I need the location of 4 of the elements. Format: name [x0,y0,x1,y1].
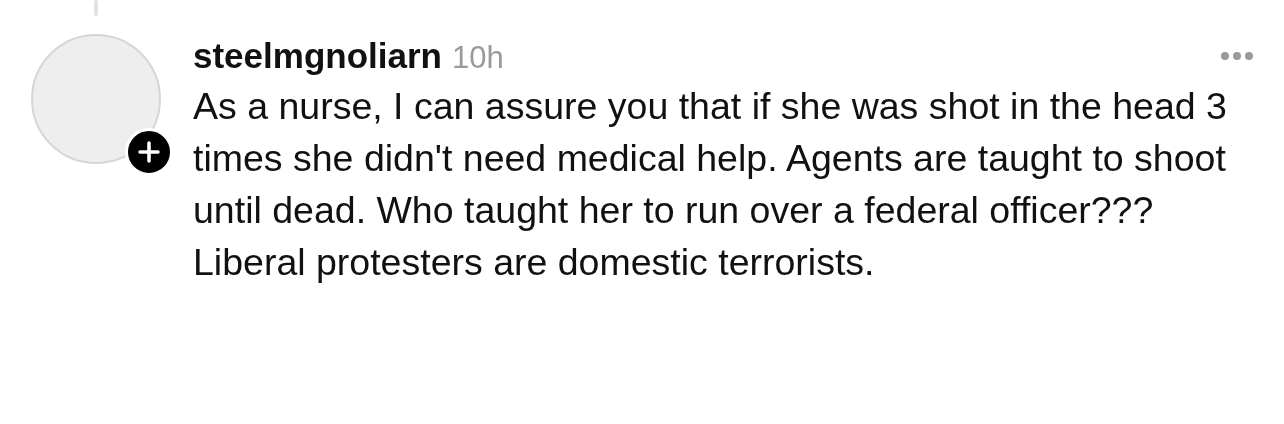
username[interactable]: steelmgnoliarn [193,36,442,76]
timestamp: 10h [451,40,504,76]
comment-text: As a nurse, I can assure you that if she was shot in the head 3 times she didn't need medical help. Agents are taught to shoot until dead. Who taught her to run over a federal officer??? Liberal protesters are domestic terrorists. [193,84,1228,285]
more-options-icon[interactable] [1220,51,1254,61]
